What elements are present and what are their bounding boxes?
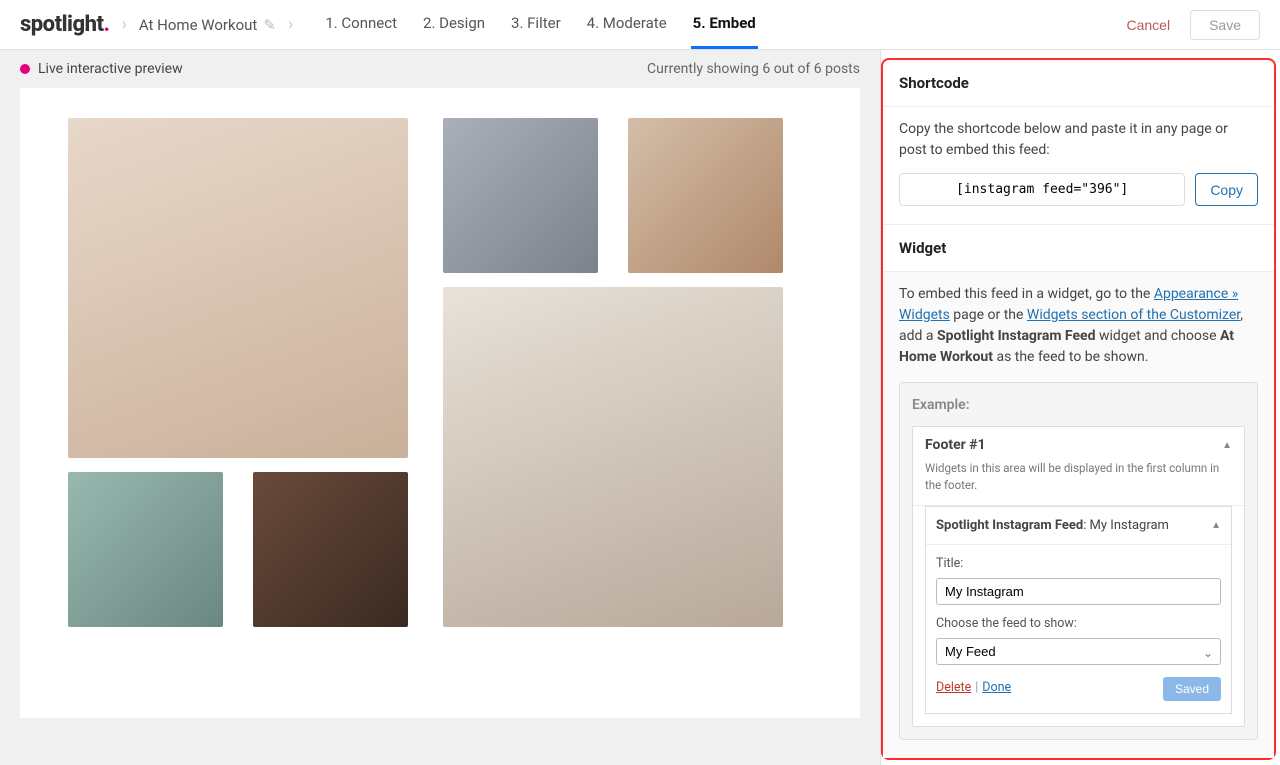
- showing-count: Currently showing 6 out of 6 posts: [647, 61, 860, 77]
- title-field-label: Title:: [936, 555, 1221, 574]
- widget-area-sub: Widgets in this area will be displayed i…: [925, 460, 1232, 495]
- widget-item-header[interactable]: Spotlight Instagram Feed: My Instagram ▲: [926, 507, 1231, 546]
- logo: spotlight.: [20, 12, 109, 37]
- feed-select-label: Choose the feed to show:: [936, 615, 1221, 634]
- wizard-tabs: 1. Connect 2. Design 3. Filter 4. Modera…: [323, 0, 757, 49]
- pencil-icon[interactable]: ✎: [263, 16, 276, 34]
- chevron-right-icon: ›: [288, 14, 293, 35]
- preview-bar: Live interactive preview Currently showi…: [0, 50, 880, 88]
- feed-select-value: [936, 638, 1221, 665]
- tab-embed[interactable]: 5. Embed: [691, 0, 758, 49]
- feed-name-label: At Home Workout: [139, 16, 257, 34]
- tab-moderate[interactable]: 4. Moderate: [585, 0, 669, 49]
- live-preview-label: Live interactive preview: [38, 61, 183, 77]
- shortcode-desc: Copy the shortcode below and paste it in…: [899, 119, 1258, 161]
- feed-post[interactable]: [628, 118, 783, 273]
- widget-area-title: Footer #1: [925, 435, 986, 456]
- cancel-button[interactable]: Cancel: [1116, 10, 1180, 40]
- widget-heading: Widget: [883, 224, 1274, 271]
- widget-section: To embed this feed in a widget, go to th…: [883, 271, 1274, 758]
- topbar-actions: Cancel Save: [1116, 10, 1260, 40]
- shortcode-section: Copy the shortcode below and paste it in…: [883, 106, 1274, 224]
- widget-example: Example: Footer #1 ▲ Widgets in this are…: [899, 382, 1258, 740]
- example-label: Example:: [912, 395, 1245, 416]
- main-area: Live interactive preview Currently showi…: [0, 50, 1280, 765]
- feed-post[interactable]: [68, 118, 408, 458]
- feed-post[interactable]: [443, 118, 598, 273]
- chevron-right-icon: ›: [121, 14, 126, 35]
- tab-connect[interactable]: 1. Connect: [323, 0, 399, 49]
- chevron-down-icon: ⌄: [1203, 644, 1213, 662]
- caret-up-icon: ▲: [1211, 518, 1221, 533]
- live-dot-icon: [20, 64, 30, 74]
- feed-post[interactable]: [253, 472, 408, 627]
- feed-canvas: [20, 88, 860, 718]
- feed-post[interactable]: [443, 287, 783, 627]
- copy-button[interactable]: Copy: [1195, 173, 1258, 206]
- embed-highlight: Shortcode Copy the shortcode below and p…: [881, 58, 1276, 760]
- shortcode-heading: Shortcode: [883, 60, 1274, 106]
- feed-post[interactable]: [68, 472, 223, 627]
- embed-sidebar: Shortcode Copy the shortcode below and p…: [880, 50, 1280, 765]
- save-button[interactable]: Save: [1190, 10, 1260, 40]
- caret-up-icon[interactable]: ▲: [1222, 438, 1232, 453]
- feed-select[interactable]: ⌄: [936, 638, 1221, 665]
- done-link[interactable]: Done: [982, 679, 1011, 698]
- widget-item: Spotlight Instagram Feed: My Instagram ▲…: [925, 506, 1232, 714]
- tab-filter[interactable]: 3. Filter: [509, 0, 563, 49]
- delete-link[interactable]: Delete: [936, 679, 971, 698]
- top-bar: spotlight. › At Home Workout ✎ › 1. Conn…: [0, 0, 1280, 50]
- widget-title-input[interactable]: [936, 578, 1221, 605]
- widget-desc: To embed this feed in a widget, go to th…: [899, 284, 1258, 368]
- saved-button[interactable]: Saved: [1163, 677, 1221, 701]
- feed-name[interactable]: At Home Workout ✎: [139, 16, 276, 34]
- widget-area: Footer #1 ▲ Widgets in this area will be…: [912, 426, 1245, 727]
- customizer-widgets-link[interactable]: Widgets section of the Customizer: [1027, 307, 1240, 323]
- preview-panel: Live interactive preview Currently showi…: [0, 50, 880, 765]
- tab-design[interactable]: 2. Design: [421, 0, 487, 49]
- shortcode-input[interactable]: [899, 173, 1185, 206]
